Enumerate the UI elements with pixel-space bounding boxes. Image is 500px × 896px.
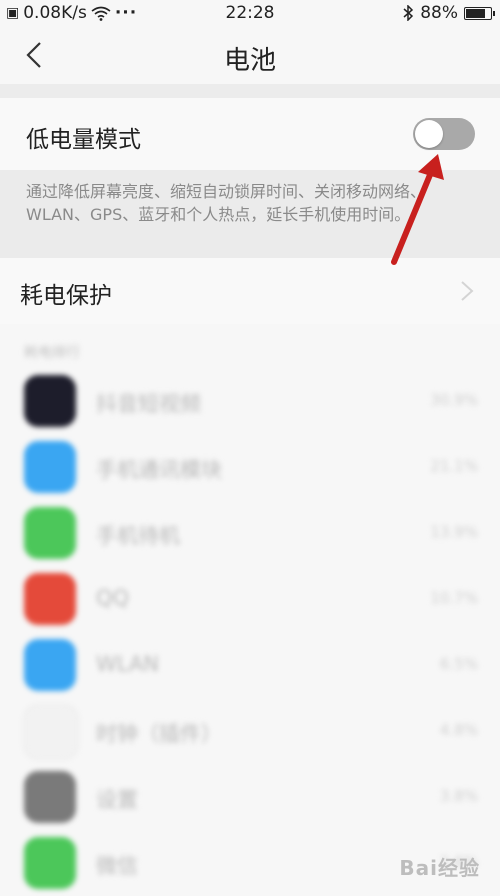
app-usage-item[interactable]: 手机待机 13.9% [0,500,500,566]
app-list-header: 耗电排行 [24,345,80,361]
app-icon [24,441,76,493]
app-usage-item[interactable]: 时钟（插件） 4.8% [0,698,500,764]
app-usage-item[interactable]: 手机通讯模块 21.1% [0,434,500,500]
app-name: 手机待机 [96,524,180,548]
app-percent: 4.8% [439,721,478,739]
app-percent: 13.9% [430,523,478,541]
section-divider [0,84,500,98]
app-percent: 21.1% [430,457,478,475]
battery-percent: 88% [420,3,458,23]
bluetooth-icon [403,5,414,21]
app-icon [24,705,78,759]
app-usage-list: 耗电排行 抖音短视频 30.9% 手机通讯模块 21.1% 手机待机 13.9% QQ 10.… [0,324,500,889]
low-power-mode-toggle[interactable] [413,118,475,150]
app-name: WLAN [96,652,160,676]
power-protection-label: 耗电保护 [20,283,112,309]
status-bar: ▣ 0.08K/s ··· 22:28 88% [0,0,500,28]
chevron-right-icon [461,281,474,301]
app-name: 手机通讯模块 [96,458,222,482]
app-icon [24,639,76,691]
app-icon [24,837,76,889]
app-name: 微信 [96,854,138,878]
app-usage-item[interactable]: 设置 3.8% [0,764,500,830]
watermark-logo: Bai经验 [399,856,480,880]
app-name: 抖音短视频 [96,392,201,416]
battery-icon [464,6,495,20]
app-usage-item[interactable]: WLAN 6.5% [0,632,500,698]
app-usage-item[interactable]: 抖音短视频 30.9% [0,368,500,434]
app-percent: 3.8% [439,787,478,805]
nav-bar: 电池 [0,28,500,84]
app-name: 设置 [96,788,138,812]
app-percent: 30.9% [430,391,478,409]
app-usage-item[interactable]: QQ 10.7% [0,566,500,632]
low-power-mode-label: 低电量模式 [26,127,141,153]
app-icon [24,375,76,427]
app-icon [24,573,76,625]
app-percent: 10.7% [430,589,478,607]
app-icon [24,771,76,823]
status-right: 88% [403,3,495,23]
page-title: 电池 [223,46,276,76]
app-icon [24,507,76,559]
toggle-knob [415,120,443,148]
annotation-arrow-icon [391,154,444,265]
app-percent: 6.5% [439,655,478,673]
app-name: 时钟（插件） [96,722,222,746]
app-name: QQ [96,586,130,610]
